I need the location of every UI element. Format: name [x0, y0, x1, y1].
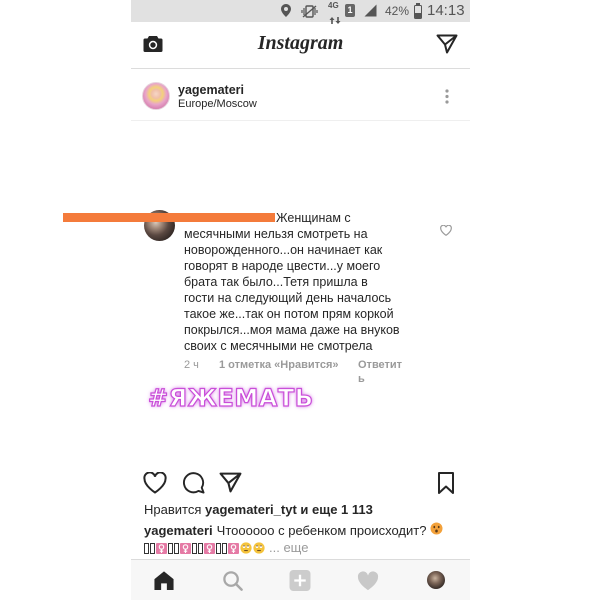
missing-glyph-icon — [150, 542, 155, 554]
home-icon[interactable] — [153, 570, 175, 596]
status-bar: 4G 1 42% 14:13 — [131, 0, 470, 24]
like-heart-icon[interactable] — [143, 471, 167, 499]
comment-line: брата так было...Тетя пришла в — [184, 275, 368, 289]
comment-line: гости на следующий день началось — [184, 291, 392, 305]
missing-glyph-icon — [144, 542, 149, 554]
post-username[interactable]: yagemateri — [178, 83, 244, 98]
signal-icon — [364, 4, 377, 22]
caption-text: Чтоооооо с ребенком происходит? — [216, 522, 427, 538]
phone-screen: 4G 1 42% 14:13 Instagram yagemateri Euro… — [131, 0, 470, 600]
missing-glyph-icon — [198, 542, 203, 554]
comment-heart-icon — [440, 223, 452, 241]
activity-heart-icon[interactable] — [357, 571, 379, 596]
censor-bar — [63, 213, 275, 222]
comment-reply-label: Ответит — [358, 359, 403, 371]
caption: yagemateri Чтоооооо с ребенком происходи… — [144, 522, 443, 539]
rolling-eyes-face-icon — [240, 542, 252, 554]
caption-more-link[interactable]: ... еще — [269, 540, 308, 556]
comment-line: говорят в народе цвести...у моего — [184, 259, 381, 273]
missing-glyph-icon — [216, 542, 221, 554]
instagram-logo: Instagram — [257, 32, 344, 54]
battery-icon — [414, 3, 422, 19]
comment-line: такое же...так он потом прям коркой — [184, 307, 394, 321]
sim-indicator: 1 — [345, 4, 355, 17]
likes-count[interactable]: и еще 1 113 — [300, 502, 372, 517]
comment-icon[interactable] — [182, 471, 205, 499]
likes-summary[interactable]: Нравится yagemateri_tyt и еще 1 113 — [144, 502, 373, 518]
clock: 14:13 — [427, 2, 465, 19]
missing-glyph-icon — [222, 542, 227, 554]
comment-line: месячными нельзя смотреть на — [184, 227, 368, 241]
caption-continuation: ... еще — [144, 540, 308, 556]
profile-avatar[interactable] — [427, 571, 445, 589]
share-icon[interactable] — [219, 472, 242, 498]
female-sign-icon — [228, 542, 239, 554]
likes-prefix: Нравится — [144, 502, 202, 517]
more-options-icon[interactable] — [445, 89, 449, 104]
add-post-icon[interactable] — [289, 570, 311, 596]
hashtag-overlay: #ЯЖЕМАТЬ — [147, 383, 314, 412]
missing-glyph-icon — [192, 542, 197, 554]
header-divider — [131, 68, 470, 69]
rolling-eyes-face-icon — [253, 542, 265, 554]
search-icon[interactable] — [222, 570, 243, 596]
bookmark-icon[interactable] — [437, 472, 455, 499]
hushed-face-emoji-icon — [430, 522, 443, 539]
post-location[interactable]: Europe/Moscow — [178, 98, 257, 111]
missing-glyph-icon — [174, 542, 179, 554]
missing-glyph-icon — [168, 542, 173, 554]
comment-reply-label-wrap: ь — [358, 373, 365, 385]
battery-percent: 42% — [385, 4, 410, 18]
caption-username[interactable]: yagemateri — [144, 523, 213, 539]
comment-line: новорожденного...он начинает как — [184, 243, 383, 257]
female-sign-icon — [204, 542, 215, 554]
comment-line: своих с месячными не смотрела — [184, 339, 373, 353]
network-type-label: 4G — [328, 1, 339, 10]
direct-message-icon[interactable] — [436, 34, 458, 59]
emoji-row — [144, 542, 266, 554]
comment-time: 2 ч — [184, 359, 199, 371]
female-sign-icon — [156, 542, 167, 554]
location-icon — [281, 4, 291, 22]
likes-user[interactable]: yagemateri_tyt — [205, 502, 297, 517]
bottom-nav — [131, 559, 470, 600]
comment-likes: 1 отметка «Нравится» — [219, 359, 339, 371]
female-sign-icon — [180, 542, 191, 554]
vibrate-mute-icon — [301, 5, 318, 23]
comment-line: покрылся...моя мама даже на внуков — [184, 323, 400, 337]
comment-text: Женщинам с месячными нельзя смотреть на … — [184, 210, 446, 354]
post-author-avatar[interactable] — [142, 82, 170, 110]
